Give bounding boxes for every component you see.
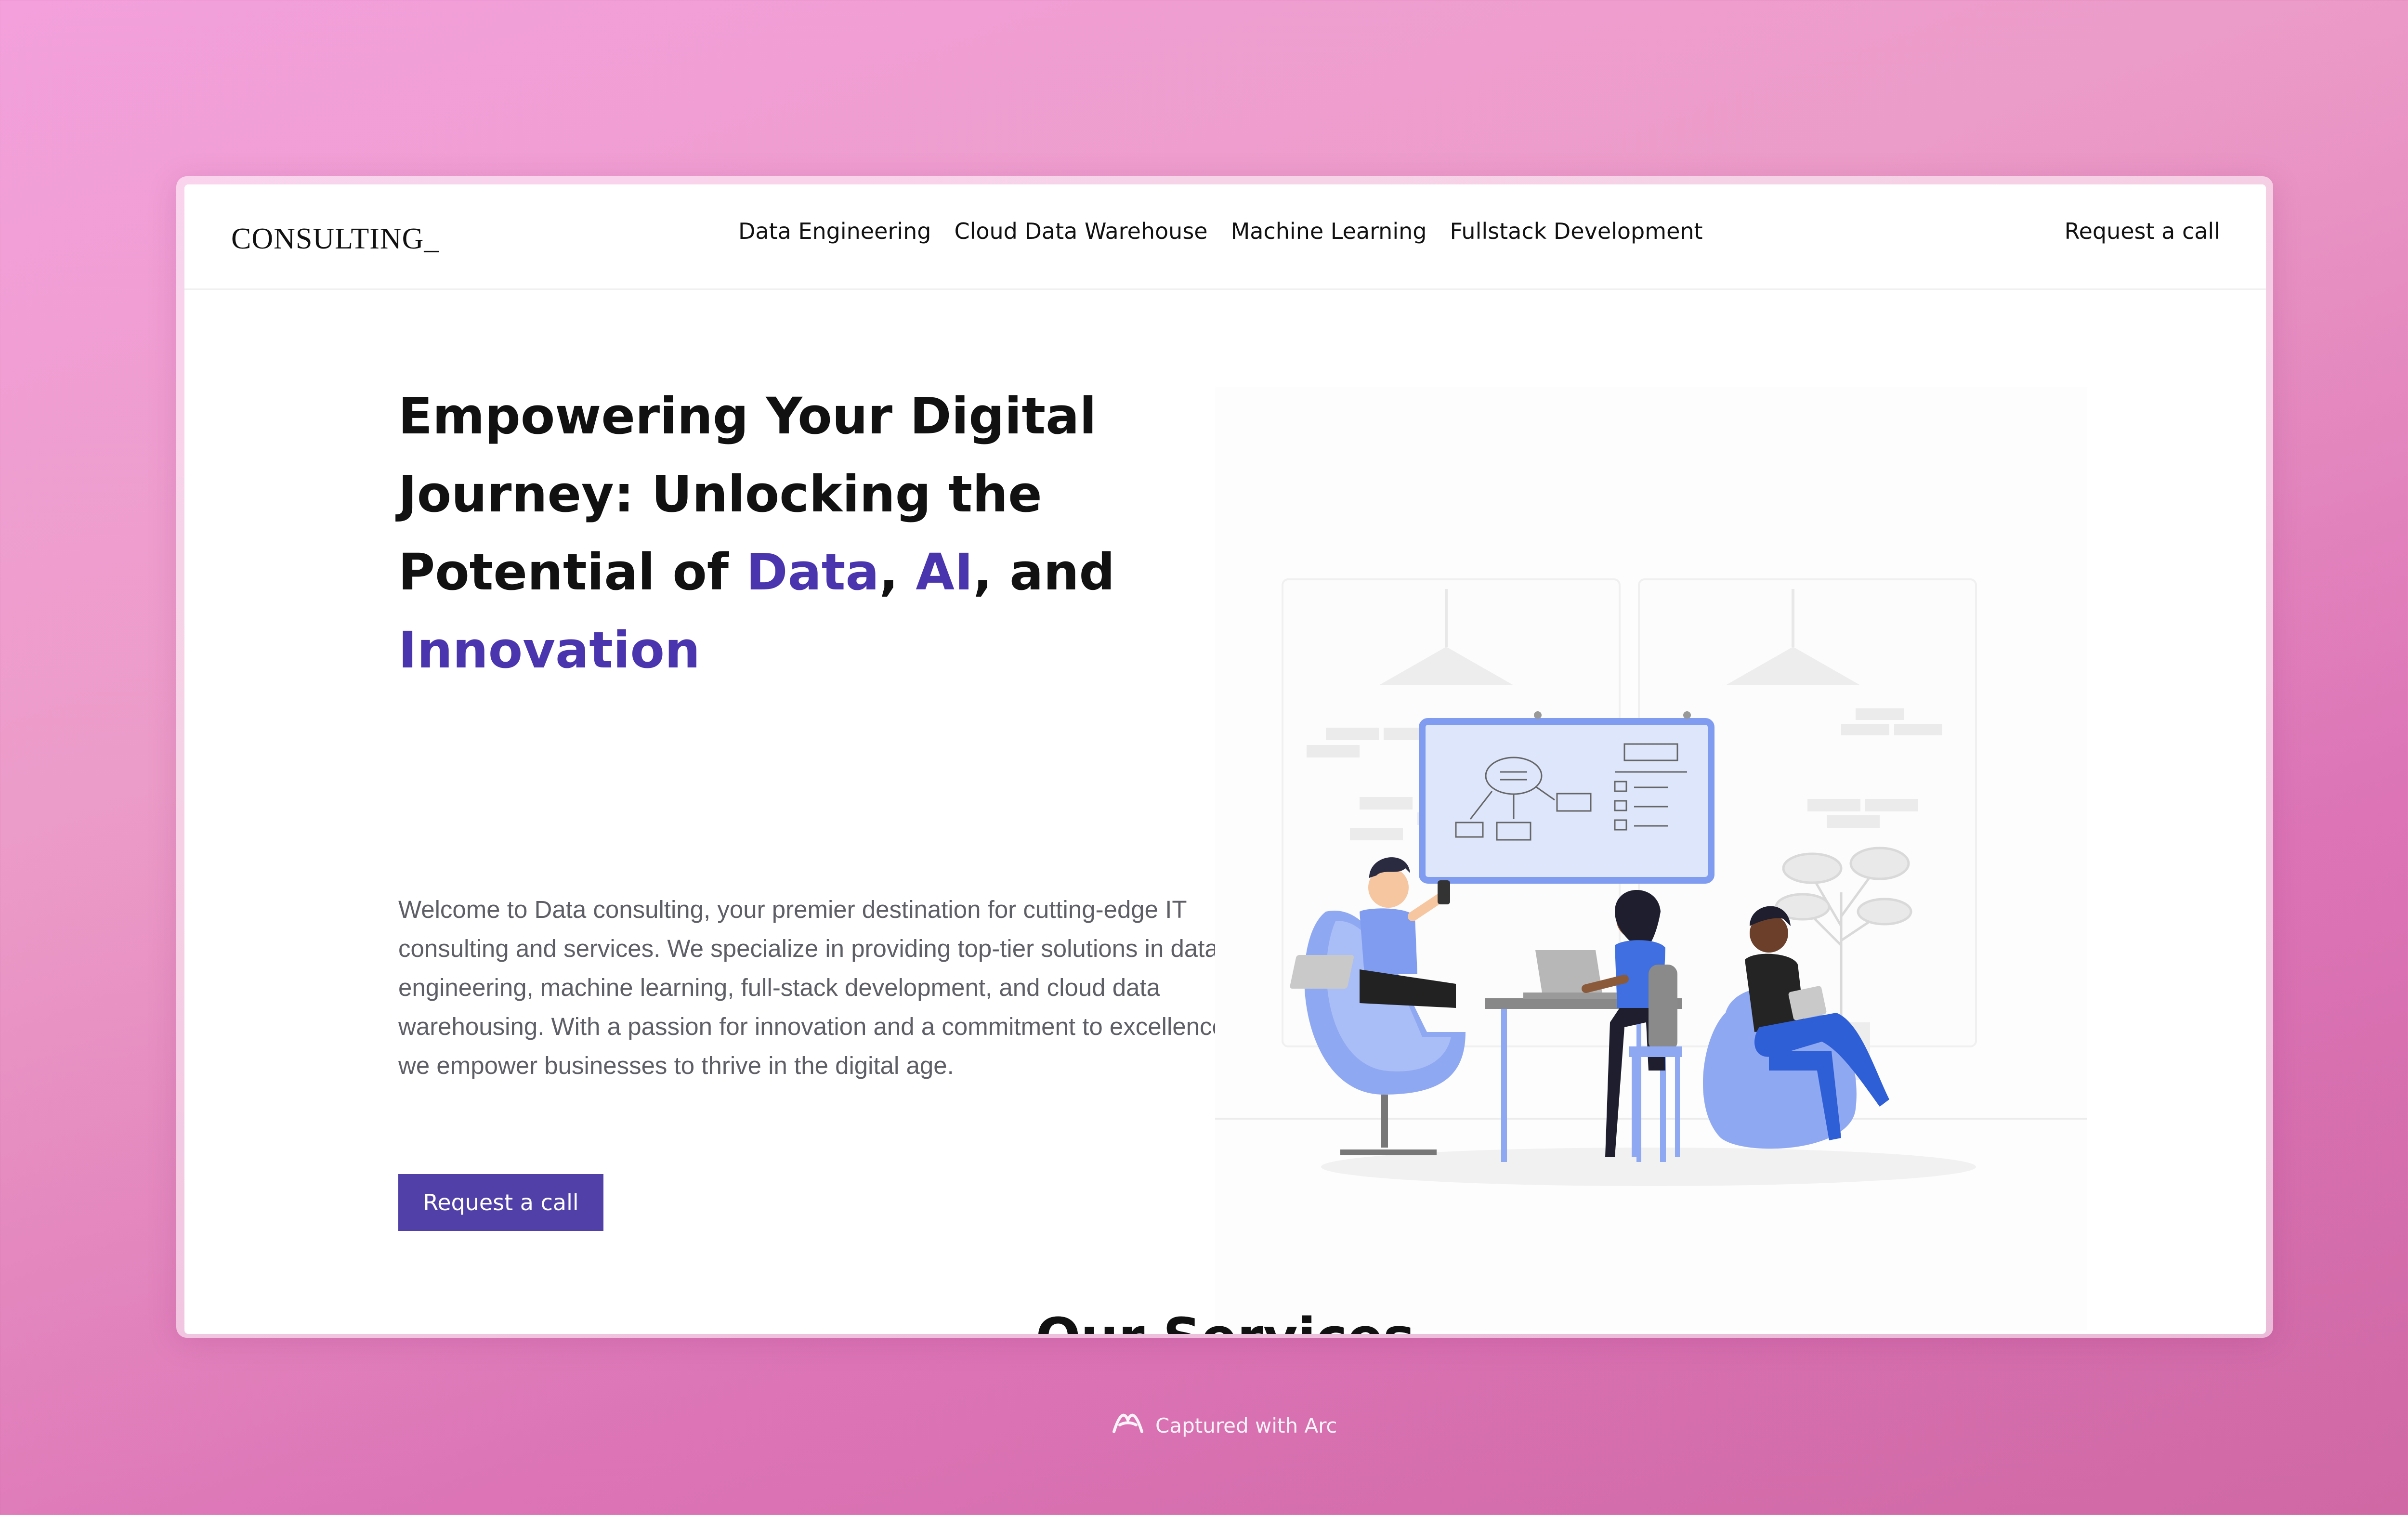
services-heading: Our Services: [184, 1306, 2266, 1334]
hero-title: Empowering Your Digital Journey: Unlocki…: [398, 377, 1193, 689]
hero-title-data: Data: [746, 543, 879, 601]
request-call-button[interactable]: Request a call: [398, 1174, 603, 1231]
hero-title-sep2: , and: [973, 543, 1115, 601]
hero-title-innovation: Innovation: [398, 621, 701, 679]
hero-title-ai: AI: [916, 543, 973, 601]
top-navbar: CONSULTING_ Data Engineering Cloud Data …: [184, 184, 2266, 290]
hero-description: Welcome to Data consulting, your premier…: [398, 896, 1233, 1079]
arc-capture-text: Captured with Arc: [1155, 1413, 1337, 1437]
nav-request-call-link[interactable]: Request a call: [2065, 218, 2220, 244]
hero-title-sep1: ,: [879, 543, 916, 601]
nav-link-data-engineering[interactable]: Data Engineering: [738, 218, 931, 244]
arc-logo-icon: [1110, 1409, 1146, 1442]
site-logo[interactable]: CONSULTING_: [231, 222, 439, 256]
arc-capture-badge: Captured with Arc: [1110, 1409, 1337, 1442]
browser-window: CONSULTING_ Data Engineering Cloud Data …: [184, 184, 2266, 1334]
main-nav: Data Engineering Cloud Data Warehouse Ma…: [738, 218, 1703, 244]
nav-link-fullstack-development[interactable]: Fullstack Development: [1450, 218, 1702, 244]
nav-link-cloud-data-warehouse[interactable]: Cloud Data Warehouse: [954, 218, 1207, 244]
team-meeting-illustration: [1215, 387, 2087, 1331]
nav-link-machine-learning[interactable]: Machine Learning: [1231, 218, 1427, 244]
